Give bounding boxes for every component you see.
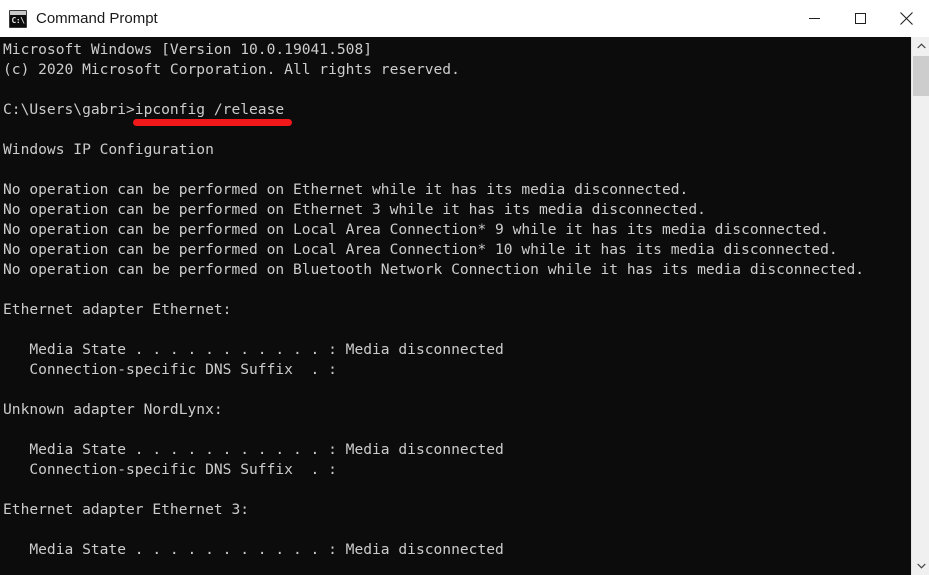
terminal-line: Unknown adapter NordLynx:: [3, 401, 223, 418]
terminal-line: Connection-specific DNS Suffix . :: [3, 461, 337, 478]
terminal-line: No operation can be performed on Bluetoo…: [3, 261, 865, 278]
icon-prompt-glyph: C:\: [11, 15, 25, 25]
title-bar[interactable]: C:\ Command Prompt: [0, 0, 929, 37]
chevron-down-icon: [916, 563, 926, 569]
scrollbar-track[interactable]: [912, 55, 929, 557]
terminal-line: Microsoft Windows [Version 10.0.19041.50…: [3, 41, 373, 58]
close-button[interactable]: [883, 0, 929, 37]
window-title: Command Prompt: [36, 10, 158, 27]
terminal-line: Media State . . . . . . . . . . . : Medi…: [3, 441, 504, 458]
close-icon: [899, 12, 913, 25]
terminal-line: No operation can be performed on Local A…: [3, 221, 829, 238]
terminal-line: Media State . . . . . . . . . . . : Medi…: [3, 541, 504, 558]
terminal-line: (c) 2020 Microsoft Corporation. All righ…: [3, 61, 460, 78]
terminal-line: Ethernet adapter Ethernet:: [3, 301, 232, 318]
terminal-output-area[interactable]: Microsoft Windows [Version 10.0.19041.50…: [0, 37, 911, 575]
terminal-line: No operation can be performed on Local A…: [3, 241, 838, 258]
terminal-text: Microsoft Windows [Version 10.0.19041.50…: [3, 40, 911, 560]
annotation-underline: [133, 119, 292, 126]
command-prompt-window: C:\ Command Prompt Microsoft Windows [Ve…: [0, 0, 929, 575]
scroll-up-button[interactable]: [912, 37, 929, 55]
terminal-line: Windows IP Configuration: [3, 141, 214, 158]
terminal-line: C:\Users\gabri>ipconfig /release: [3, 101, 285, 118]
terminal-line: Connection-specific DNS Suffix . :: [3, 361, 337, 378]
vertical-scrollbar[interactable]: [911, 37, 929, 575]
maximize-button[interactable]: [837, 0, 883, 37]
minimize-button[interactable]: [791, 0, 837, 37]
command-prompt-icon: C:\: [9, 9, 27, 28]
terminal-line: No operation can be performed on Etherne…: [3, 181, 689, 198]
minimize-icon: [808, 18, 820, 19]
scrollbar-thumb[interactable]: [913, 56, 929, 96]
chevron-up-icon: [916, 43, 926, 49]
terminal-line: No operation can be performed on Etherne…: [3, 201, 706, 218]
maximize-icon: [854, 13, 866, 24]
terminal-line: Ethernet adapter Ethernet 3:: [3, 501, 250, 518]
window-controls: [791, 0, 929, 37]
scroll-down-button[interactable]: [912, 557, 929, 575]
terminal-line: Media State . . . . . . . . . . . : Medi…: [3, 341, 504, 358]
